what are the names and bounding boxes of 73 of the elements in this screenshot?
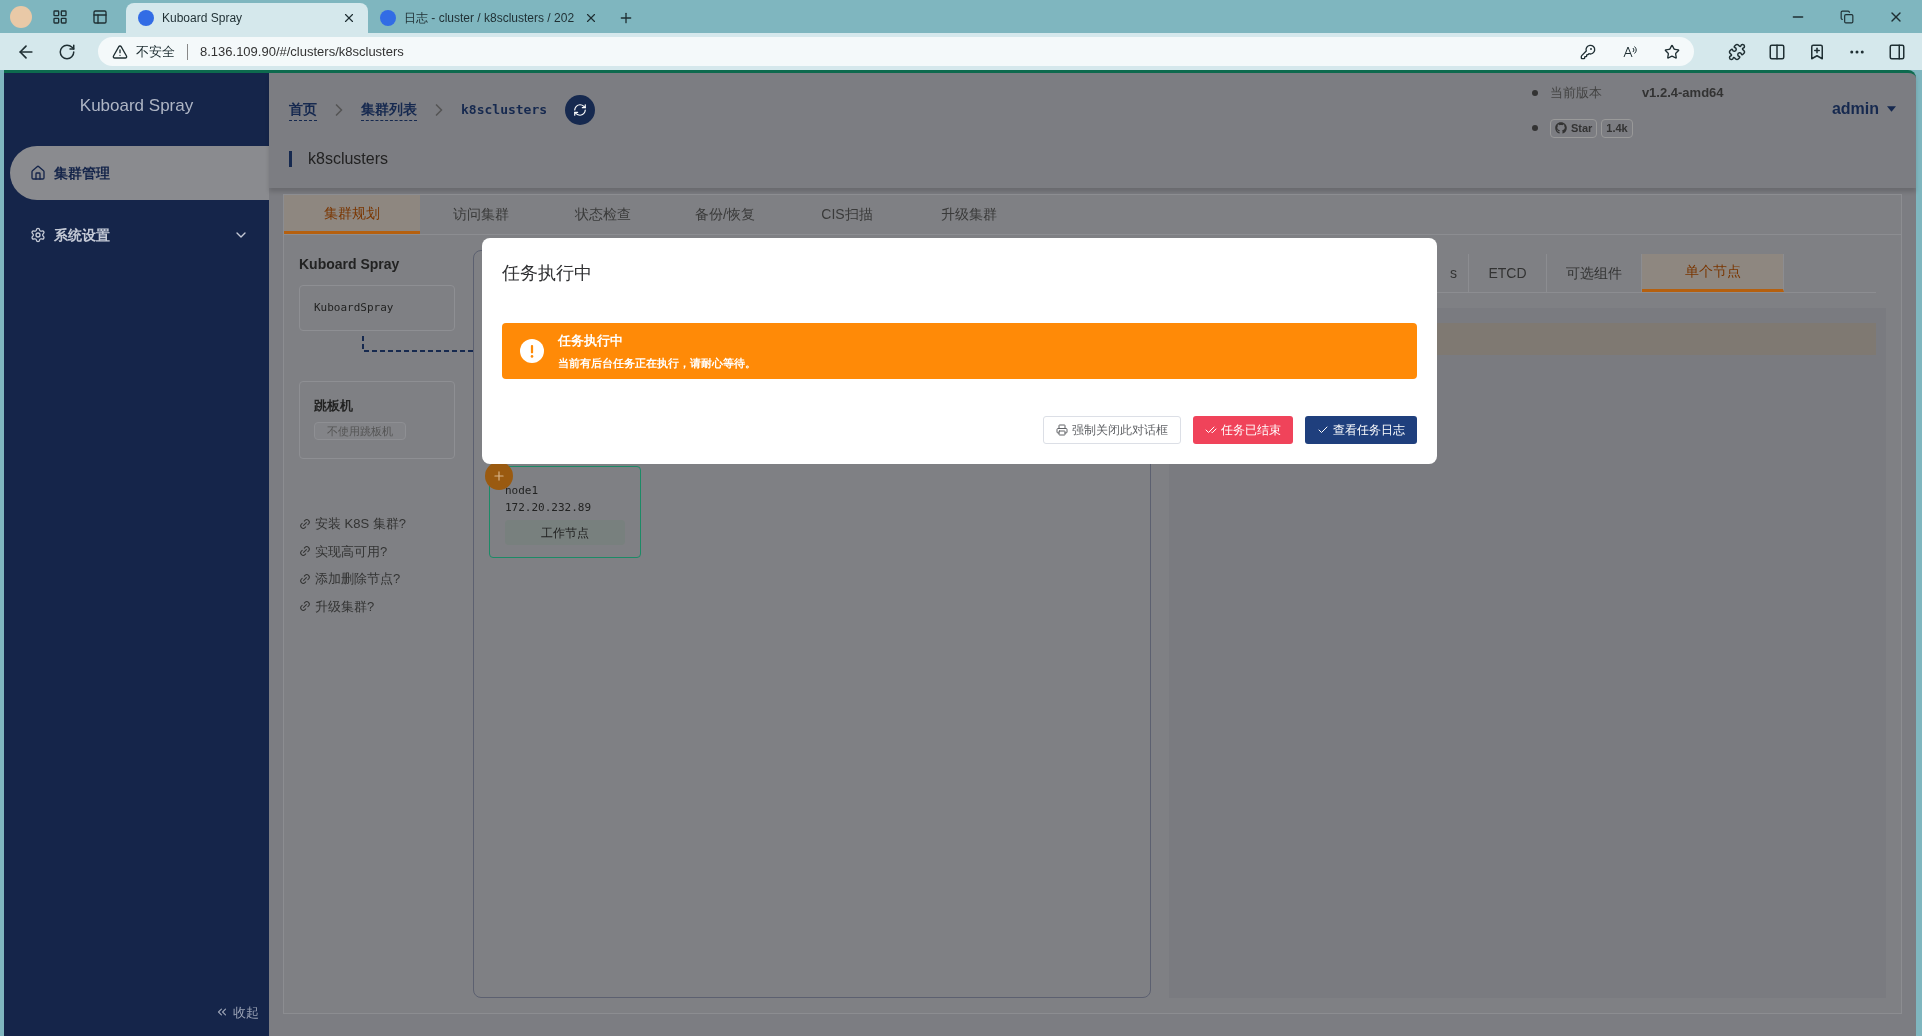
- site-favicon: [380, 10, 396, 26]
- double-check-icon: [1205, 424, 1217, 436]
- read-aloud-icon[interactable]: [1622, 43, 1638, 60]
- tab[interactable]: CIS扫描: [786, 195, 908, 234]
- version-text: v1.2.4-amd64: [1641, 84, 1724, 102]
- tab[interactable]: 集群规划: [284, 195, 420, 234]
- tab[interactable]: 升级集群: [908, 195, 1030, 234]
- warning-icon: [112, 43, 128, 60]
- close-icon[interactable]: [342, 11, 356, 25]
- refresh-button[interactable]: [565, 95, 596, 125]
- exclamation-icon: [520, 339, 544, 363]
- split-screen-icon[interactable]: [1768, 42, 1786, 61]
- favorite-icon[interactable]: [1664, 43, 1680, 60]
- node-name: node1: [505, 483, 540, 499]
- settings-icon: [30, 227, 46, 243]
- new-tab-icon[interactable]: [618, 10, 634, 26]
- node-role-tag: 工作节点: [505, 520, 625, 545]
- sidebar-icon[interactable]: [1888, 42, 1906, 61]
- site-favicon: [138, 10, 154, 26]
- sidebar-item[interactable]: 集群管理: [10, 146, 269, 200]
- tab-actions-icon[interactable]: [92, 8, 108, 25]
- sidebar-item[interactable]: 系统设置: [10, 208, 269, 262]
- tab-title: 日志 - cluster / k8sclusters / 202: [404, 10, 576, 27]
- help-link[interactable]: 安装 K8S 集群?: [299, 514, 455, 534]
- url-text: 8.136.109.90/#/clusters/k8sclusters: [200, 42, 404, 61]
- breadcrumb-link[interactable]: 集群列表: [361, 99, 417, 121]
- dialog-button[interactable]: 查看任务日志: [1305, 416, 1417, 444]
- restore-icon[interactable]: [1840, 9, 1854, 24]
- dialog-button[interactable]: 强制关闭此对话框: [1043, 416, 1181, 444]
- plus-icon: [492, 469, 506, 483]
- detail-tab[interactable]: 单个节点: [1642, 254, 1784, 292]
- node-ip: 172.20.232.89: [505, 499, 593, 516]
- help-link[interactable]: 升级集群?: [299, 596, 455, 616]
- dialog-title: 任务执行中: [502, 262, 593, 285]
- home-icon: [30, 165, 46, 181]
- workspaces-icon[interactable]: [52, 8, 68, 25]
- tab[interactable]: 访问集群: [420, 195, 542, 234]
- favorites-icon[interactable]: [1808, 42, 1826, 61]
- refresh-icon: [573, 103, 588, 117]
- help-link[interactable]: 实现高可用?: [299, 541, 455, 561]
- section-heading: Kuboard Spray: [299, 255, 401, 274]
- dialog-button[interactable]: 任务已结束: [1193, 416, 1293, 444]
- browser-tab[interactable]: 日志 - cluster / k8sclusters / 202: [368, 3, 610, 33]
- tab[interactable]: 状态检查: [542, 195, 664, 234]
- github-star-button[interactable]: Star: [1549, 118, 1598, 138]
- user-menu[interactable]: admin: [1831, 99, 1896, 119]
- brand-title: Kuboard Spray: [78, 94, 195, 117]
- tab[interactable]: 备份/恢复: [664, 195, 786, 234]
- extensions-icon[interactable]: [1728, 42, 1746, 61]
- key-icon[interactable]: [1580, 43, 1596, 60]
- github-icon: [1554, 122, 1567, 134]
- detail-tab[interactable]: s: [1439, 254, 1469, 292]
- browser-tab[interactable]: Kuboard Spray: [126, 3, 368, 33]
- alert-title: 任务执行中: [558, 332, 624, 350]
- security-label: 不安全: [136, 42, 175, 61]
- bastion-title: 跳板机: [314, 397, 354, 415]
- printer-icon: [1056, 424, 1068, 436]
- caret-down-icon: [1887, 106, 1896, 112]
- breadcrumb-current: k8sclusters: [461, 101, 548, 120]
- breadcrumb-link[interactable]: 首页: [289, 99, 317, 121]
- address-bar[interactable]: 不安全 8.136.109.90/#/clusters/k8sclusters: [98, 37, 1694, 66]
- alert-message: 当前有后台任务正在执行，请耐心等待。: [558, 355, 756, 371]
- version-label: 当前版本: [1549, 84, 1603, 102]
- help-link[interactable]: 添加删除节点?: [299, 569, 455, 589]
- page-title: k8sclusters: [308, 149, 389, 169]
- close-icon[interactable]: [584, 11, 598, 25]
- detail-tab[interactable]: ETCD: [1469, 254, 1547, 292]
- reload-icon[interactable]: [58, 42, 76, 61]
- kuboardspray-card[interactable]: KuboardSpray: [299, 285, 455, 331]
- check-icon: [1317, 424, 1329, 436]
- star-count[interactable]: 1.4k: [1601, 118, 1633, 138]
- collapse-button[interactable]: 收起: [215, 1002, 259, 1022]
- tab-title: Kuboard Spray: [162, 10, 244, 27]
